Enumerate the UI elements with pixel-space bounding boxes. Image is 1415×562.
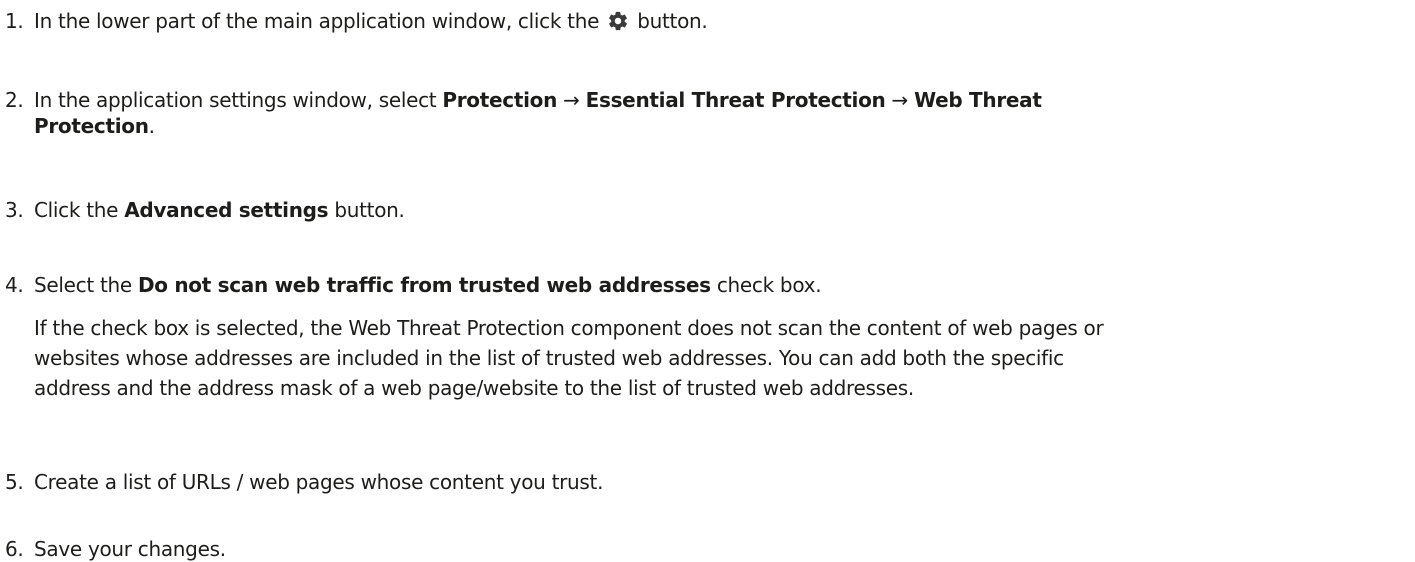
gear-icon xyxy=(609,11,628,31)
step-number: 4. xyxy=(5,273,24,297)
step-4-note: If the check box is selected, the Web Th… xyxy=(34,313,1409,403)
step-text: Click the Advanced settings button. xyxy=(34,198,405,222)
menu-path-essential-threat-protection: Essential Threat Protection xyxy=(585,88,886,112)
note-line: address and the address mask of a web pa… xyxy=(34,376,914,400)
step-text: Save your changes. xyxy=(34,537,226,561)
menu-path-protection: Protection xyxy=(442,88,558,112)
step-number: 3. xyxy=(5,198,24,222)
advanced-settings-label: Advanced settings xyxy=(124,198,329,222)
note-line: websites whose addresses are included in… xyxy=(34,346,1064,370)
step-text: In the lower part of the main applicatio… xyxy=(34,9,708,33)
step-number: 6. xyxy=(5,537,24,561)
step-number: 1. xyxy=(5,9,24,33)
instruction-steps: 1. In the lower part of the main applica… xyxy=(0,0,1415,562)
step-text: In the application settings window, sele… xyxy=(34,88,1042,138)
step-number: 2. xyxy=(5,88,24,112)
step-text: Select the Do not scan web traffic from … xyxy=(34,273,822,297)
checkbox-name-label: Do not scan web traffic from trusted web… xyxy=(137,273,711,297)
menu-path-web-threat-protection: Web Threat xyxy=(914,88,1042,112)
step-text: Create a list of URLs / web pages whose … xyxy=(34,470,604,494)
note-line: If the check box is selected, the Web Th… xyxy=(34,316,1104,340)
step-number: 5. xyxy=(5,470,24,494)
